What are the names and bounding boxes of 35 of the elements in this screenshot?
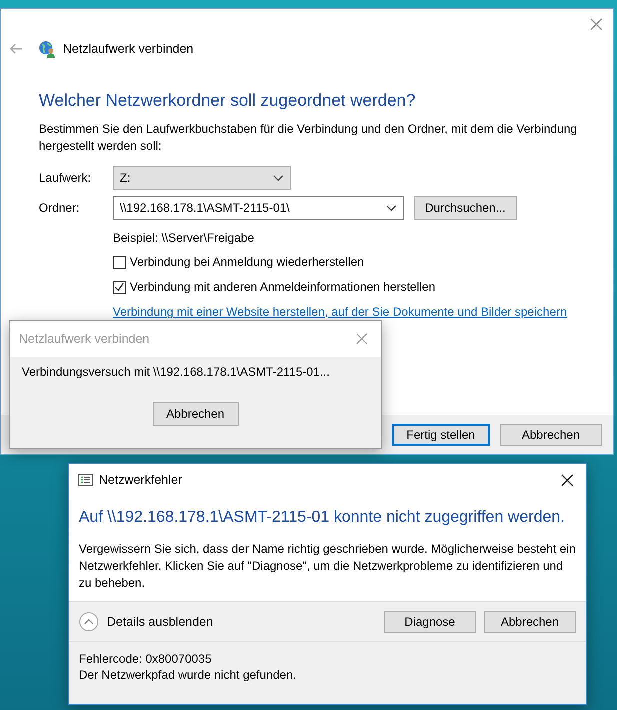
back-arrow-icon [9,43,23,55]
cancel-button[interactable]: Abbrechen [152,402,238,426]
globe-user-icon [39,40,56,58]
window-title: Netzlaufwerk verbinden [63,42,194,56]
website-link[interactable]: Verbindung mit einer Website herstellen, auf der Sie Dokumente und Bilder speichern [113,304,583,320]
dialog-title: Netzwerkfehler [99,473,184,487]
browse-button[interactable]: Durchsuchen... [414,196,517,220]
cancel-button[interactable]: Abbrechen [500,424,602,446]
checkbox[interactable]: Verbindung mit anderen Anmeldeinformationen herstellen [113,279,583,295]
details-toggle-label[interactable]: Details ausblenden [107,614,376,628]
field-label: Ordner: [39,201,81,215]
collapse-button[interactable] [79,612,99,632]
finish-button[interactable]: Fertig stellen [392,424,490,446]
field-label: Laufwerk: [39,171,92,185]
instruction-text: Bestimmen Sie den Laufwerkbuchstaben für die Verbindung und den Ordner, mit dem die Verbindung hergestellt werden soll: [39,121,578,155]
status-message: Verbindungsversuch mit \\192.168.178.1\ASMT-2115-01... [22,364,331,380]
close-icon [590,18,602,30]
error-detail: Der Netzwerkpfad wurde nicht gefunden. [79,667,298,683]
chevron-down-icon [386,204,397,212]
close-icon [560,474,574,486]
error-detail: Fehlercode: 0x80070035 [79,651,213,667]
drive-dropdown[interactable]: Z: [113,166,291,190]
list-window-icon [78,474,93,486]
chevron-down-icon [273,174,284,182]
dialog-title: Netzlaufwerk verbinden [19,332,151,346]
error-heading: Auf \\192.168.178.1\ASMT-2115-01 konnte nicht zugegriffen werden. [79,508,565,528]
diagnose-button[interactable]: Diagnose [384,610,476,632]
close-icon [356,333,368,345]
checkbox[interactable]: Verbindung bei Anmeldung wiederherstellen [113,254,583,270]
folder-combobox[interactable]: \\192.168.178.1\ASMT-2115-01\ [113,196,404,220]
cancel-button[interactable]: Abbrechen [484,610,576,632]
dialog-heading: Welcher Netzwerkordner soll zugeordnet werden? [39,90,416,112]
checkmark-icon [114,282,125,292]
example-text: Beispiel: \\Server\Freigabe [113,230,256,246]
error-message: Vergewissern Sie sich, dass der Name richtig geschrieben wurde. Möglicherweise besteht ein Netzwerkfehler. Klicken Sie auf "Diagnose", um die Netzwerkprobleme zu identifizieren und zu beheben. [79,541,576,592]
